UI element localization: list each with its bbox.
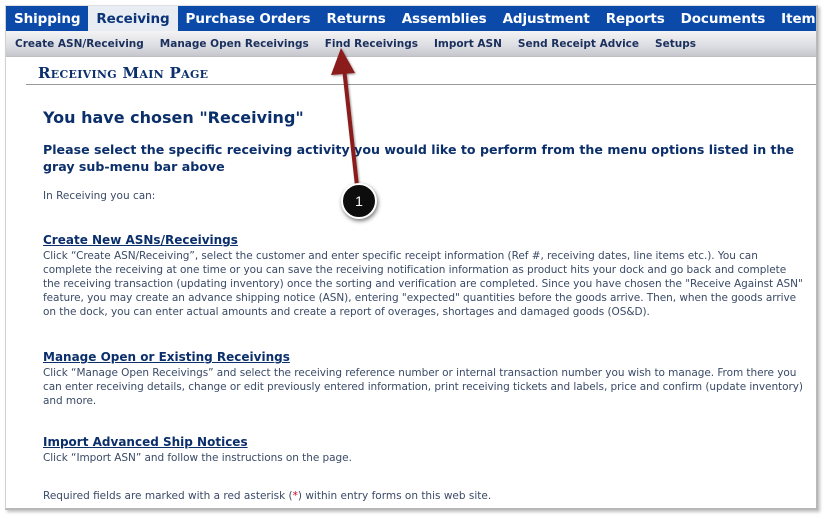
import-advanced-ship-notices-link[interactable]: Import Advanced Ship Notices — [43, 435, 248, 449]
section-description: Click “Create ASN/Receiving”, select the… — [43, 250, 803, 318]
section-manage-receivings: Manage Open or Existing Receivings Click… — [43, 346, 803, 408]
tab-items[interactable]: Items — [773, 6, 816, 31]
tab-assemblies[interactable]: Assemblies — [394, 6, 495, 31]
page-title: Receiving Main Page — [26, 63, 816, 85]
submenu-import-asn[interactable]: Import ASN — [426, 38, 510, 50]
page-title-text: Receiving Main Page — [38, 64, 209, 82]
submenu-manage-open-receivings[interactable]: Manage Open Receivings — [152, 38, 317, 50]
submenu-send-receipt-advice[interactable]: Send Receipt Advice — [510, 38, 647, 50]
page-heading: You have chosen "Receiving" — [43, 108, 304, 127]
create-new-asns-link[interactable]: Create New ASNs/Receivings — [43, 233, 238, 247]
intro-text: In Receiving you can: — [43, 190, 156, 202]
required-fields-note: Required fields are marked with a red as… — [43, 490, 803, 502]
submenu-setups[interactable]: Setups — [647, 38, 704, 50]
lead-instruction: Please select the specific receiving act… — [43, 142, 795, 174]
tab-receiving[interactable]: Receiving — [88, 6, 178, 31]
note-text-after: ) within entry forms on this web site. — [297, 490, 492, 502]
manage-open-receivings-link[interactable]: Manage Open or Existing Receivings — [43, 350, 290, 364]
note-text-before: Required fields are marked with a red as… — [43, 490, 293, 502]
submenu-find-receivings[interactable]: Find Receivings — [317, 38, 426, 50]
tab-returns[interactable]: Returns — [318, 6, 393, 31]
main-nav: Shipping Receiving Purchase Orders Retur… — [6, 6, 816, 31]
submenu-create-asn-receiving[interactable]: Create ASN/Receiving — [6, 38, 152, 50]
tab-adjustment[interactable]: Adjustment — [495, 6, 598, 31]
tab-purchase-orders[interactable]: Purchase Orders — [178, 6, 319, 31]
tab-reports[interactable]: Reports — [598, 6, 673, 31]
callout-step-badge: 1 — [341, 183, 377, 219]
section-import-asn: Import Advanced Ship Notices Click “Impo… — [43, 431, 803, 465]
tab-documents[interactable]: Documents — [673, 6, 774, 31]
tab-shipping[interactable]: Shipping — [6, 6, 88, 31]
app-window: Shipping Receiving Purchase Orders Retur… — [5, 5, 818, 510]
section-description: Click “Import ASN” and follow the instru… — [43, 452, 352, 464]
main-content: You have chosen "Receiving" Please selec… — [43, 108, 803, 502]
section-description: Click “Manage Open Receivings” and selec… — [43, 367, 803, 407]
section-create-asn: Create New ASNs/Receivings Click “Create… — [43, 229, 803, 319]
sub-menu-bar: Create ASN/Receiving Manage Open Receivi… — [6, 31, 816, 57]
